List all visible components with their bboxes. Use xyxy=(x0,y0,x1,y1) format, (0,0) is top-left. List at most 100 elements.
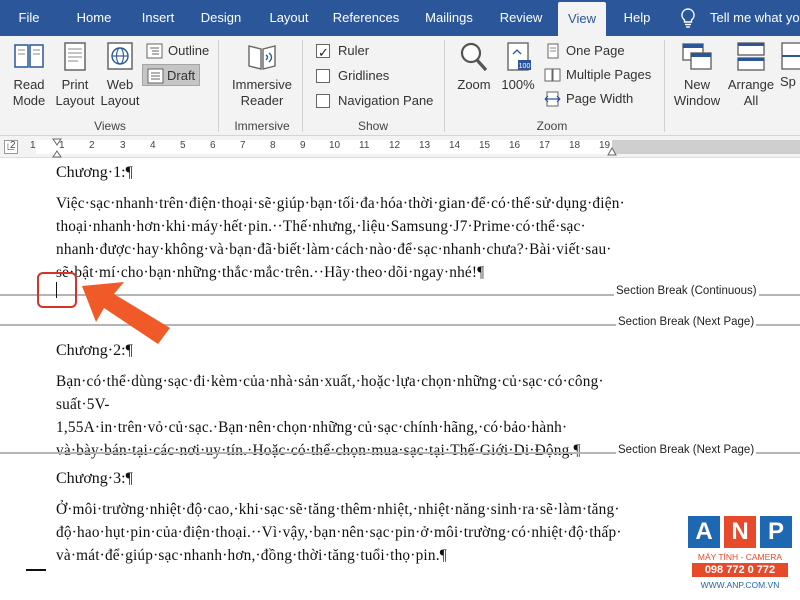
document-canvas[interactable]: Chương·1:¶ Việc·sạc·nhanh·trên·điện·thoạ… xyxy=(0,158,800,600)
gridlines-checkbox[interactable]: Gridlines xyxy=(316,65,406,87)
ribbon-separator xyxy=(302,40,303,132)
arrange-all-button[interactable]: Arrange All xyxy=(724,40,778,109)
multiple-pages-button[interactable]: Multiple Pages xyxy=(544,64,654,86)
new-window-label-1: New xyxy=(683,77,710,92)
checkbox-icon[interactable] xyxy=(316,94,330,108)
text-line: độ·hao·hụt·pin·của·điện·thoại.··Vì·vậy,·… xyxy=(56,524,622,541)
web-layout-button[interactable]: Web Layout xyxy=(98,40,142,109)
read-mode-icon xyxy=(12,40,46,74)
one-page-button[interactable]: One Page xyxy=(544,40,644,62)
print-layout-icon xyxy=(58,40,92,74)
arrange-all-icon xyxy=(734,40,768,74)
tell-me-text: Tell me what yo xyxy=(710,10,800,25)
logo-letter: A xyxy=(688,516,720,548)
horizontal-ruler[interactable]: ∟ 1 2 1 2 3 4 5 6 7 8 9 10 11 12 13 14 1… xyxy=(0,136,800,158)
web-layout-label-2: Layout xyxy=(100,93,140,108)
ruler-tick: 1 xyxy=(30,140,36,151)
split-label: Sp xyxy=(780,74,796,89)
annotation-arrow-icon xyxy=(82,282,170,344)
draft-button[interactable]: Draft xyxy=(142,64,200,86)
tab-insert[interactable]: Insert xyxy=(132,0,184,36)
logo-website: WWW.ANP.COM.VN xyxy=(700,580,780,590)
split-button[interactable]: Sp xyxy=(780,40,800,90)
text-line: Việc·sạc·nhanh·trên·điện·thoại·sẽ·giúp·b… xyxy=(56,195,625,212)
ruler-tick: 17 xyxy=(539,140,551,151)
new-window-button[interactable]: New Window xyxy=(672,40,722,109)
ruler-tick: 3 xyxy=(120,140,126,151)
ribbon-tab-bar: File Home Insert Design Layout Reference… xyxy=(0,0,800,36)
tab-mailings[interactable]: Mailings xyxy=(416,0,482,36)
immersive-reader-button[interactable]: Immersive Reader xyxy=(228,40,296,109)
tab-design[interactable]: Design xyxy=(194,0,248,36)
checkbox-checked-icon[interactable] xyxy=(316,42,330,64)
multiple-pages-icon xyxy=(544,68,561,82)
ruler-checkbox[interactable]: Ruler xyxy=(316,40,396,64)
ruler-tick: 15 xyxy=(479,140,491,151)
ruler-tick: 2 xyxy=(89,140,95,151)
draft-icon xyxy=(147,68,164,84)
zoom-100-icon: 100 xyxy=(501,40,535,74)
zoom-100-button[interactable]: 100 100% xyxy=(498,40,538,93)
split-icon xyxy=(780,40,800,74)
print-layout-button[interactable]: Print Layout xyxy=(54,40,96,109)
navigation-pane-label: Navigation Pane xyxy=(338,93,434,108)
ruler-margin xyxy=(612,140,800,154)
magnifier-icon xyxy=(457,40,491,74)
logo-subtitle: MÁY TÍNH - CAMERA xyxy=(697,552,783,562)
outline-button[interactable]: Outline xyxy=(146,40,210,62)
one-page-icon xyxy=(547,43,559,59)
navigation-pane-checkbox[interactable]: Navigation Pane xyxy=(316,90,436,112)
ruler-tick: 7 xyxy=(240,140,246,151)
zoom-group-label: Zoom xyxy=(536,119,568,133)
chapter-1-heading: Chương·1:¶ xyxy=(56,164,133,181)
right-indent-marker-icon[interactable] xyxy=(607,146,617,156)
outline-icon xyxy=(146,43,163,59)
text-line: Ở·môi·trường·nhiệt·độ·cao,·khi·sạc·sẽ·tă… xyxy=(56,501,620,518)
zoom-button[interactable]: Zoom xyxy=(452,40,496,93)
chapter-1-paragraph: Việc·sạc·nhanh·trên·điện·thoại·sẽ·giúp·b… xyxy=(56,192,625,284)
one-page-label: One Page xyxy=(566,43,625,58)
chapter-3-paragraph: Ở·môi·trường·nhiệt·độ·cao,·khi·sạc·sẽ·tă… xyxy=(56,498,622,567)
ruler-label: Ruler xyxy=(338,43,370,58)
logo-phone: 098 772 0 772 xyxy=(692,563,788,577)
tab-layout[interactable]: Layout xyxy=(262,0,316,36)
svg-text:100: 100 xyxy=(519,63,531,70)
ruler-tick: 5 xyxy=(180,140,186,151)
outline-label: Outline xyxy=(168,43,210,58)
ruler-tick: 9 xyxy=(300,140,306,151)
text-line: và·mát·để·giúp·sạc·nhanh·hơn,·đồng·thời·… xyxy=(56,547,447,564)
checkbox-icon[interactable] xyxy=(316,69,330,83)
lightbulb-icon xyxy=(681,8,695,28)
chapter-2-paragraph: Bạn·có·thể·dùng·sạc·đi·kèm·của·nhà·sản·x… xyxy=(56,370,616,462)
ribbon-view: Read Mode Print Layout Web Layout Outlin… xyxy=(0,36,800,136)
print-layout-label-2: Layout xyxy=(55,93,95,108)
tab-review[interactable]: Review xyxy=(494,0,548,36)
logo-letters: A N P xyxy=(688,516,792,548)
new-window-label-2: Window xyxy=(673,93,721,108)
text-line: Bạn·có·thể·dùng·sạc·đi·kèm·của·nhà·sản·x… xyxy=(56,373,604,390)
tab-file[interactable]: File xyxy=(6,0,52,36)
indent-marker-icon[interactable] xyxy=(52,138,62,158)
text-line: và·bày·bán·tại·các·nơi·uy·tín.·Hoặc·có·t… xyxy=(56,442,581,459)
zoom-100-label: 100% xyxy=(501,77,535,92)
tab-home[interactable]: Home xyxy=(66,0,122,36)
page-width-button[interactable]: Page Width xyxy=(544,88,644,110)
read-mode-button[interactable]: Read Mode xyxy=(6,40,52,109)
immersive-reader-label-2: Reader xyxy=(240,93,284,108)
views-group-label: Views xyxy=(94,119,126,133)
text-line: suất·5V-1,55A·in·trên·vỏ·củ·sạc.·Bạn·nên… xyxy=(56,396,568,436)
tab-view[interactable]: View xyxy=(558,2,606,36)
page-width-icon xyxy=(544,91,561,107)
ruler-tick: 12 xyxy=(389,140,401,151)
zoom-label: Zoom xyxy=(457,77,491,92)
logo-letter: N xyxy=(724,516,756,548)
tab-help[interactable]: Help xyxy=(614,0,660,36)
ribbon-separator xyxy=(664,40,665,132)
draft-label: Draft xyxy=(167,68,196,83)
annotation-highlight-box xyxy=(37,272,77,308)
ribbon-separator xyxy=(444,40,445,132)
section-break-label: Section Break (Next Page) xyxy=(616,444,757,456)
chapter-3-heading: Chương·3:¶ xyxy=(56,470,133,487)
tab-references[interactable]: References xyxy=(328,0,404,36)
ruler-tick: 6 xyxy=(210,140,216,151)
